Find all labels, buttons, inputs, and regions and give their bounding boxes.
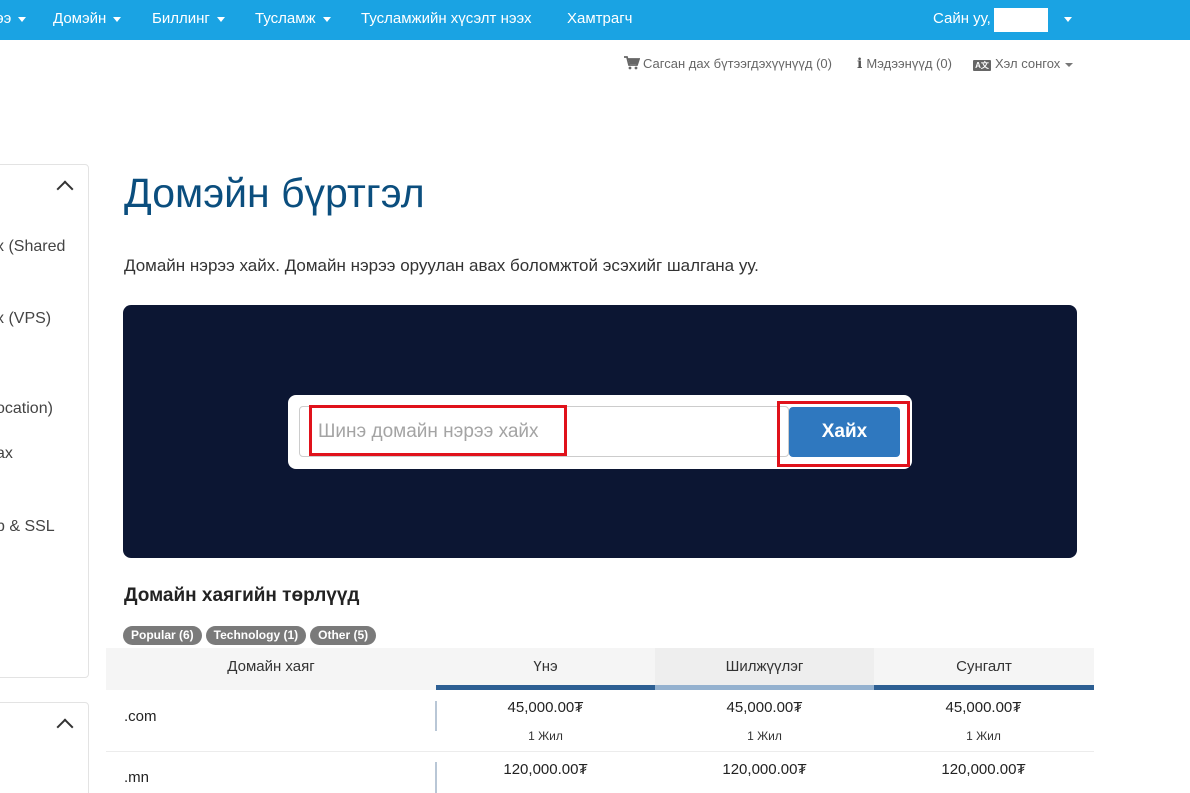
cart-label: Сагсан дах бүтээгдэхүүнүүд (0) bbox=[643, 56, 832, 71]
top-navbar: ээ Домэйн Биллинг Тусламж Тусламжийн хүс… bbox=[0, 0, 1190, 40]
price-renew: 45,000.00₮ bbox=[945, 699, 1022, 716]
shopping-cart-icon bbox=[624, 56, 640, 70]
nav-item-label: ээ bbox=[0, 10, 12, 27]
column-header-label: Домайн хаяг bbox=[227, 658, 315, 675]
language-label: Хэл сонгох bbox=[995, 56, 1061, 71]
tld-section-title: Домайн хаягийн төрлүүд bbox=[124, 585, 360, 606]
language-selector[interactable]: A文 Хэл сонгох bbox=[973, 56, 1074, 74]
column-header-label: Сунгалт bbox=[956, 658, 1012, 675]
page-title: Домэйн бүртгэл bbox=[124, 170, 425, 216]
chevron-up-icon[interactable] bbox=[56, 180, 74, 198]
price-transfer: 120,000.00₮ bbox=[722, 761, 807, 778]
tld-name: .com bbox=[124, 708, 157, 725]
language-icon: A文 bbox=[973, 60, 991, 71]
page-description: Домайн нэрээ хайх. Домайн нэрээ оруулан … bbox=[124, 256, 759, 275]
info-icon: i bbox=[857, 56, 863, 72]
header-underline bbox=[874, 685, 1094, 690]
nav-item-label: Биллинг bbox=[152, 10, 210, 27]
nav-item-label: Домэйн bbox=[53, 10, 107, 27]
notifications-label: Мэдээнүүд (0) bbox=[866, 56, 952, 71]
nav-item-label: Тусламж bbox=[255, 10, 316, 27]
domain-search-button[interactable]: Хайх bbox=[789, 407, 900, 457]
column-header-register: Үнэ bbox=[436, 648, 655, 690]
sidebar-item-colocation[interactable]: ocation) bbox=[0, 400, 53, 418]
price-period: 1 Жил bbox=[528, 729, 563, 743]
tld-name: .mn bbox=[124, 769, 150, 786]
nav-item-domain[interactable]: Домэйн bbox=[53, 0, 122, 40]
chevron-down-icon bbox=[113, 16, 122, 22]
tld-filter-tags: Popular (6) Technology (1) Other (5) bbox=[123, 626, 380, 645]
domain-search-input[interactable] bbox=[299, 406, 789, 457]
column-header-transfer: Шилжүүлэг bbox=[655, 648, 874, 690]
column-header-label: Үнэ bbox=[533, 658, 558, 675]
nav-item-affiliates[interactable]: Хамтрагч bbox=[567, 0, 633, 40]
nav-item-billing[interactable]: Биллинг bbox=[152, 0, 225, 40]
sidebar-panel-actions bbox=[0, 702, 89, 793]
price-transfer: 45,000.00₮ bbox=[726, 699, 803, 716]
cart-link[interactable]: Сагсан дах бүтээгдэхүүнүүд (0) bbox=[624, 56, 832, 74]
tld-tag-technology[interactable]: Technology (1) bbox=[205, 626, 307, 645]
sidebar-item-shared-hosting[interactable]: х (Shared bbox=[0, 238, 65, 256]
chevron-down-icon bbox=[18, 16, 27, 22]
price-register: 120,000.00₮ bbox=[503, 761, 588, 778]
sidebar-item-ssl[interactable]: р & SSL bbox=[0, 518, 55, 536]
nav-item-open-ticket[interactable]: Тусламжийн хүсэлт нээх bbox=[361, 0, 532, 40]
nav-item-support[interactable]: Тусламж bbox=[255, 0, 331, 40]
chevron-down-icon bbox=[216, 16, 225, 22]
price-renew: 120,000.00₮ bbox=[941, 761, 1026, 778]
column-header-label: Шилжүүлэг bbox=[725, 658, 804, 675]
price-register: 45,000.00₮ bbox=[507, 699, 584, 716]
nav-item-label: Хамтрагч bbox=[567, 10, 633, 27]
username-redacted bbox=[994, 8, 1048, 32]
sidebar-item-other[interactable]: ах bbox=[0, 445, 13, 463]
row-divider bbox=[106, 751, 1094, 752]
header-underline bbox=[655, 685, 874, 690]
price-period: 1 Жил bbox=[966, 729, 1001, 743]
tld-tag-popular[interactable]: Popular (6) bbox=[123, 626, 202, 645]
column-header-renew: Сунгалт bbox=[874, 648, 1094, 690]
price-period: 1 Жил bbox=[747, 729, 782, 743]
notifications-link[interactable]: i Мэдээнүүд (0) bbox=[857, 56, 952, 74]
header-underline bbox=[436, 685, 655, 690]
nav-item-label: Тусламжийн хүсэлт нээх bbox=[361, 10, 532, 27]
sidebar-item-vps[interactable]: х (VPS) bbox=[0, 310, 51, 328]
user-greeting[interactable]: Сайн уу, bbox=[933, 0, 991, 40]
nav-item-services[interactable]: ээ bbox=[0, 0, 27, 40]
greeting-label: Сайн уу, bbox=[933, 10, 991, 27]
chevron-down-icon[interactable] bbox=[1064, 17, 1072, 22]
column-header-domain: Домайн хаяг bbox=[106, 648, 436, 690]
chevron-up-icon[interactable] bbox=[56, 718, 74, 736]
chevron-down-icon bbox=[1065, 62, 1074, 67]
tld-tag-other[interactable]: Other (5) bbox=[310, 626, 377, 645]
chevron-down-icon bbox=[322, 16, 331, 22]
